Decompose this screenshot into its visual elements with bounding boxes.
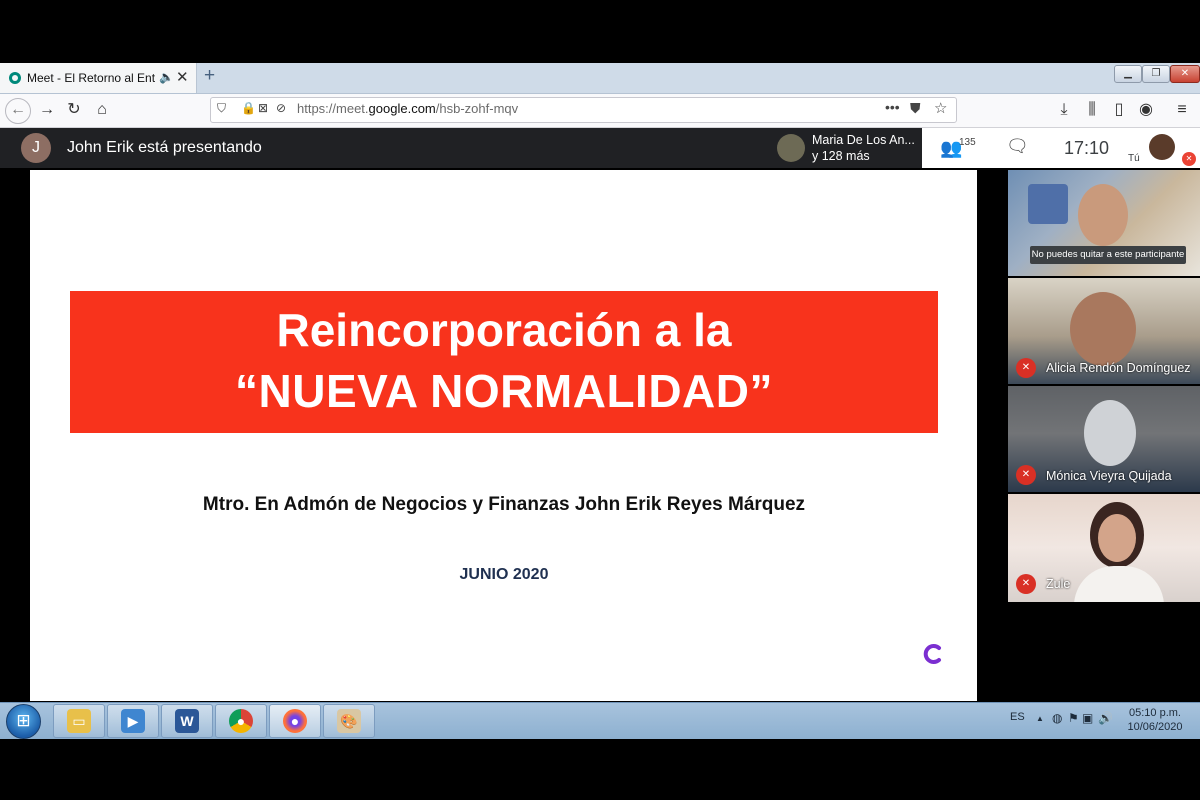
tray-clock-date[interactable]: 10/06/2020	[1118, 721, 1192, 733]
mic-off-icon: ✕	[1016, 574, 1036, 594]
menu-hamburger-icon[interactable]: ≡	[1170, 98, 1194, 122]
mic-off-icon: ✕	[1016, 465, 1036, 485]
reload-icon[interactable]: ↻	[62, 98, 86, 122]
windows-logo-icon: ⊞	[16, 711, 31, 730]
window-close-button[interactable]: ✕	[1170, 65, 1200, 83]
speaker-icon[interactable]: 🔈	[159, 70, 174, 84]
chat-icon[interactable]: 🗨	[1006, 136, 1029, 157]
forward-arrow-icon[interactable]: →	[35, 98, 59, 122]
lock-icon[interactable]: 🔒	[241, 101, 256, 115]
tab-close-icon[interactable]: ✕	[176, 68, 189, 86]
participant-video	[1084, 400, 1136, 466]
tab-title: Meet - El Retorno al Entretenimiento	[27, 71, 155, 85]
presenter-avatar: J	[21, 133, 51, 163]
network-icon[interactable]: ▣	[1082, 711, 1093, 725]
tray-clock-time[interactable]: 05:10 p.m.	[1118, 707, 1192, 719]
minimize-icon: ▁	[1124, 68, 1132, 79]
participant-tile[interactable]	[1008, 494, 1200, 602]
participant-name: Alicia Rendón Domínguez	[1046, 361, 1191, 375]
media-player-icon: ▶	[121, 709, 145, 733]
participant-name: Mónica Vieyra Quijada	[1046, 469, 1172, 483]
url-prefix: https://meet.	[297, 101, 369, 116]
tooltip: No puedes quitar a este participante	[1030, 246, 1186, 264]
taskbar-paint[interactable]: 🎨	[323, 704, 375, 738]
sidebar-icon[interactable]: ▯	[1107, 98, 1131, 122]
mic-off-icon: ✕	[1182, 152, 1196, 166]
window-minimize-button[interactable]: ▁	[1114, 65, 1142, 83]
browser-tab-meet[interactable]: Meet - El Retorno al Entretenimiento 🔈 ✕	[0, 63, 197, 93]
taskbar-explorer[interactable]: ▭	[53, 704, 105, 738]
taskbar-chrome[interactable]: ●	[215, 704, 267, 738]
slide-author: Mtro. En Admón de Negocios y Finanzas Jo…	[202, 494, 806, 515]
participant-name: Zule	[1046, 577, 1071, 591]
company-logo-icon	[923, 644, 941, 664]
participant-video	[1070, 292, 1136, 366]
taskbar-media-player[interactable]: ▶	[107, 704, 159, 738]
mic-off-icon: ✕	[1016, 358, 1036, 378]
page-actions-icon[interactable]: •••	[885, 99, 900, 115]
pocket-icon[interactable]: ⛊	[910, 100, 921, 117]
participant-video	[1098, 514, 1136, 562]
slide-date: JUNIO 2020	[459, 566, 549, 583]
slide-title-line2: “NUEVA NORMALIDAD”	[235, 365, 773, 417]
keyboard-language[interactable]: ES	[1010, 711, 1025, 723]
chip-participant-name: Maria De Los An...	[812, 133, 915, 147]
back-arrow-icon[interactable]: ←	[5, 98, 31, 124]
presenting-status: John Erik está presentando	[67, 139, 262, 156]
restore-icon: ❐	[1151, 68, 1161, 79]
background-painting	[1028, 184, 1068, 224]
self-label: Tú	[1128, 153, 1140, 164]
tray-flag-icon[interactable]: ⚑	[1068, 711, 1079, 725]
chip-more-count: y 128 más	[812, 149, 870, 163]
tray-app-icon[interactable]: ◍	[1052, 711, 1062, 725]
library-icon[interactable]: ⫼	[1080, 98, 1104, 122]
start-button[interactable]: ⊞	[6, 704, 41, 739]
meet-favicon-icon	[9, 72, 21, 84]
bookmark-star-icon[interactable]: ☆	[934, 99, 947, 117]
taskbar-word[interactable]: W	[161, 704, 213, 738]
show-hidden-icons-icon[interactable]: ▲	[1036, 714, 1044, 723]
folder-icon: ▭	[67, 709, 91, 733]
url-text[interactable]: https://meet.google.com/hsb-zohf-mqv	[297, 101, 518, 116]
word-icon: W	[175, 709, 199, 733]
chrome-icon: ●	[229, 709, 253, 733]
close-icon: ✕	[1180, 68, 1190, 79]
meeting-clock: 17:10	[1064, 138, 1110, 158]
volume-icon[interactable]: 🔊	[1098, 711, 1113, 725]
window-maximize-button[interactable]: ❐	[1142, 65, 1170, 83]
participant-count: 135	[959, 137, 976, 148]
camera-blocked-icon[interactable]: ⊠	[258, 101, 268, 115]
participant-shirt	[1074, 566, 1164, 602]
home-icon[interactable]: ⌂	[90, 98, 114, 122]
paint-palette-icon: 🎨	[337, 709, 361, 733]
url-path: /hsb-zohf-mqv	[435, 101, 519, 116]
download-icon[interactable]: ⤓	[1052, 98, 1076, 122]
participant-video	[1078, 184, 1128, 246]
account-icon[interactable]: ◉	[1134, 98, 1158, 122]
slide-title-line1: Reincorporación a la	[276, 304, 732, 356]
url-domain: google.com	[368, 101, 436, 116]
new-tab-plus-icon[interactable]: +	[204, 65, 215, 87]
self-avatar[interactable]	[1149, 134, 1175, 160]
shield-icon[interactable]: ⛉	[217, 101, 226, 116]
participant-avatar	[777, 134, 805, 162]
firefox-icon: ●	[283, 709, 307, 733]
mic-blocked-icon[interactable]: ⊘	[276, 101, 286, 115]
presentation-slide	[30, 170, 977, 701]
taskbar-firefox[interactable]: ●	[269, 704, 321, 738]
